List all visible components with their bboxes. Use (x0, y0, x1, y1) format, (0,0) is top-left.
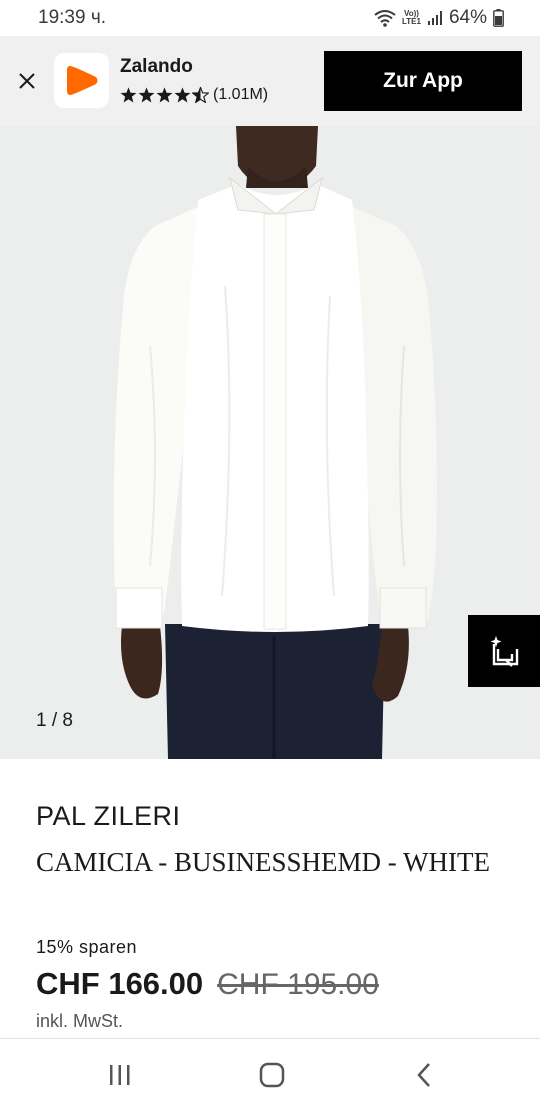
status-icons: Vo)) LTE1 64% (374, 7, 504, 29)
star-icon (156, 87, 173, 103)
recents-icon[interactable] (100, 1059, 140, 1091)
save-to-wishlist-icon (490, 636, 519, 667)
rating-stars (120, 87, 209, 103)
status-bar: 19:39 ч. Vo)) LTE1 64% (0, 0, 540, 36)
battery-level: 64% (448, 7, 487, 28)
home-icon[interactable] (252, 1059, 292, 1091)
star-icon (138, 87, 155, 103)
network-type: Vo)) LTE1 (402, 9, 421, 26)
open-app-button[interactable]: Zur App (324, 51, 522, 111)
save-to-wishlist-button[interactable] (468, 615, 540, 687)
wifi-icon (374, 9, 396, 27)
star-half-icon (192, 87, 209, 103)
price-row: CHF 166.00 CHF 195.00 (36, 966, 379, 1002)
product-photo (0, 126, 540, 759)
product-image-gallery[interactable]: 1 / 8 (0, 126, 540, 759)
price-original: CHF 195.00 (217, 968, 379, 1001)
back-icon[interactable] (404, 1059, 444, 1091)
banner-rating: (1.01M) (120, 86, 268, 104)
status-time: 19:39 ч. (38, 7, 107, 28)
signal-icon (427, 10, 443, 26)
star-icon (120, 87, 137, 103)
product-brand[interactable]: PAL ZILERI (36, 801, 181, 832)
zalando-logo (54, 53, 109, 108)
battery-icon (493, 9, 504, 27)
close-icon[interactable] (14, 68, 40, 94)
system-navigation-bar (0, 1038, 540, 1110)
vat-note: inkl. MwSt. (36, 1011, 124, 1031)
star-icon (174, 87, 191, 103)
price-current: CHF 166.00 (36, 966, 204, 1001)
discount-label: 15% sparen (36, 937, 138, 957)
rating-count: (1.01M) (213, 86, 269, 103)
app-install-banner: Zalando (1.01M) Zur App (0, 36, 540, 126)
image-counter: 1 / 8 (36, 710, 73, 731)
banner-app-name: Zalando (120, 56, 193, 77)
product-name: CAMICIA - BUSINESSHEMD - WHITE (36, 847, 491, 877)
